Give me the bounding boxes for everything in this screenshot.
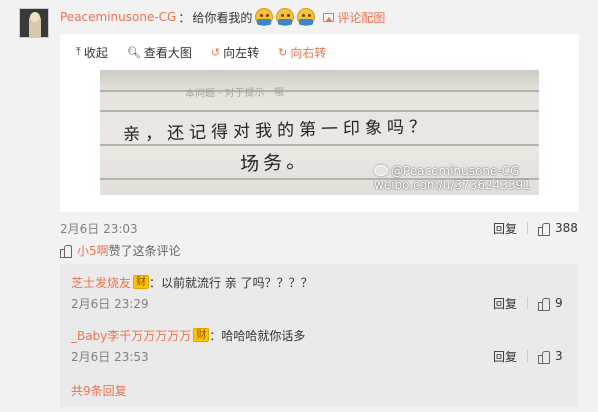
rotate-left-button[interactable]: ↺ 向左转 (211, 44, 259, 61)
rotate-right-label: 向右转 (290, 45, 327, 60)
rotate-left-label: 向左转 (223, 45, 260, 60)
reply-with-pic-link[interactable]: 评论配图 (323, 9, 385, 26)
wealth-badge: 财 (193, 328, 210, 342)
reply-item: 芝士发烧友 财 ： 以前就流行 亲 了吗？？？？ (71, 274, 313, 290)
user-avatar[interactable] (19, 8, 49, 38)
paper-rule-line (100, 110, 539, 112)
reply-button[interactable]: 回复 (493, 295, 517, 312)
like-count: 9 (555, 296, 563, 310)
view-large-label: 查看大图 (143, 45, 192, 60)
paper-rule-line (100, 90, 539, 92)
embarrassed-face-emoji-1 (255, 8, 274, 26)
reply-with-pic-label: 评论配图 (337, 10, 386, 25)
reply-button[interactable]: 回复 (493, 348, 517, 365)
comment-colon: ： (178, 10, 191, 25)
photo-faint-text: 本问题 · 对于提示 · 哦 (184, 87, 285, 100)
thumbs-up-icon (538, 222, 551, 236)
comment-time-row: 2月6日 23:03 (60, 220, 138, 236)
divider (527, 222, 529, 234)
reply-button[interactable]: 回复 (493, 220, 517, 237)
praise-row: 小5啊 赞了这条评论 (60, 242, 181, 258)
picture-icon (323, 12, 335, 22)
comment-username[interactable]: Peaceminusone-CG (60, 10, 176, 24)
handwritten-answer: 场务。 (239, 150, 310, 176)
replies-panel: 芝士发烧友 财 ： 以前就流行 亲 了吗？？？？ 2月6日 23:29 回复 9… (60, 264, 579, 407)
collapse-icon: ⤒ (76, 45, 81, 58)
watermark-handle: @Peaceminusone-CG (391, 164, 520, 178)
comment-text: 给你看我的 (192, 10, 253, 25)
reply-actions: 回复 3 (493, 348, 563, 364)
thumbs-up-icon (60, 244, 72, 258)
divider (527, 297, 529, 309)
reply-text: 哈哈哈就你话多 (221, 328, 306, 343)
reply-username[interactable]: 芝士发烧友 (71, 274, 131, 291)
collapse-button[interactable]: ⤒ 收起 (76, 44, 108, 61)
like-button[interactable]: 9 (538, 296, 563, 311)
like-button[interactable]: 3 (538, 349, 563, 364)
reply-time-row: 2月6日 23:29 (71, 295, 149, 311)
media-panel: ⤒ 收起 🔍︎ 查看大图 ↺ 向左转 ↻ 向右转 本问题 · 对于提示 · 哦 … (60, 34, 579, 212)
rotate-right-button[interactable]: ↻ 向右转 (278, 44, 326, 61)
divider (527, 350, 529, 362)
comment-photo[interactable]: 本问题 · 对于提示 · 哦 亲，还记得对我的第一印象吗？ 场务。 @Peace… (100, 70, 539, 195)
reply-colon: ： (149, 275, 162, 290)
collapse-label: 收起 (83, 45, 108, 60)
weibo-logo-icon (374, 165, 388, 176)
total-replies-link[interactable]: 共9条回复 (71, 382, 127, 399)
watermark-url: weibo.com/u/3736243391 (374, 178, 531, 192)
embarrassed-face-emoji-2 (276, 8, 295, 26)
reply-item: _Baby李千万万万万万 财 ： 哈哈哈就你话多 (71, 327, 305, 343)
praise-user[interactable]: 小5啊 (77, 242, 109, 259)
wealth-badge: 财 (133, 275, 150, 289)
paper-rule-line (100, 144, 539, 146)
reply-time: 2月6日 23:29 (71, 296, 149, 311)
image-toolbar: ⤒ 收起 🔍︎ 查看大图 ↺ 向左转 ↻ 向右转 (76, 44, 345, 60)
reply-actions: 回复 9 (493, 295, 563, 311)
like-count: 388 (555, 221, 578, 235)
magnifier-icon: 🔍︎ (126, 45, 141, 59)
like-button[interactable]: 388 (538, 221, 578, 236)
view-large-button[interactable]: 🔍︎ 查看大图 (127, 44, 192, 61)
like-count: 3 (555, 349, 563, 363)
reply-colon: ： (209, 328, 222, 343)
comment-time: 2月6日 23:03 (60, 221, 138, 236)
reply-username[interactable]: _Baby李千万万万万万 (71, 327, 191, 344)
comment-actions: 回复 388 (493, 220, 578, 236)
embarrassed-face-emoji-3 (297, 8, 316, 26)
reply-text: 以前就流行 亲 了吗？？？？ (161, 275, 313, 290)
reply-time-row: 2月6日 23:53 (71, 348, 149, 364)
rotate-left-icon: ↺ (210, 45, 221, 59)
reply-time: 2月6日 23:53 (71, 349, 149, 364)
weibo-watermark: @Peaceminusone-CG weibo.com/u/3736243391 (374, 164, 531, 192)
rotate-right-icon: ↻ (278, 45, 288, 59)
thumbs-up-icon (538, 350, 551, 364)
thumbs-up-icon (538, 297, 551, 311)
avatar-head (30, 12, 40, 22)
praise-text: 赞了这条评论 (108, 243, 181, 258)
comment-header: Peaceminusone-CG ： 给你看我的 评论配图 (60, 8, 385, 26)
